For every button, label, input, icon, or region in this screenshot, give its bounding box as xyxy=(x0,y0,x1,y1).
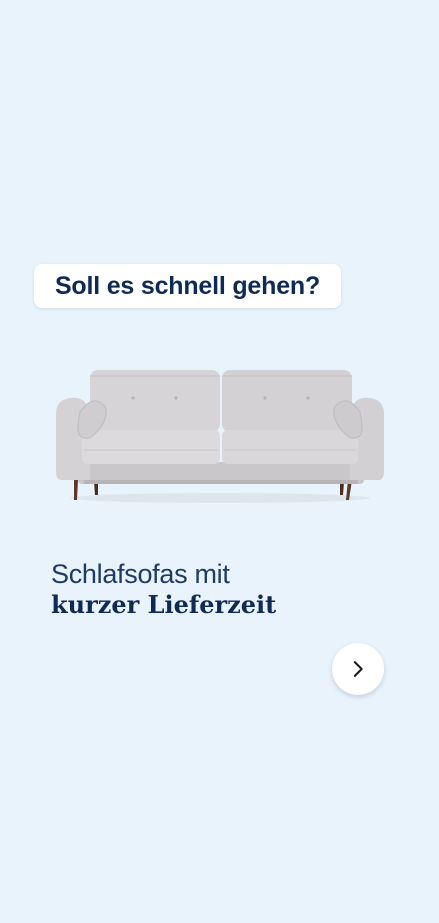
headline-text: Soll es schnell gehen? xyxy=(54,271,321,300)
chevron-right-icon xyxy=(353,661,363,677)
promo-copy: Schlafsofas mit kurzer Lieferzeit xyxy=(51,558,381,620)
next-button[interactable] xyxy=(332,643,384,695)
promo-copy-line1: Schlafsofas mit xyxy=(51,559,230,589)
sofa-illustration xyxy=(56,370,384,503)
sofa-image xyxy=(48,362,392,512)
headline-badge: Soll es schnell gehen? xyxy=(34,264,341,308)
promo-banner[interactable]: Soll es schnell gehen? Schlafsofas mit k… xyxy=(0,0,439,923)
promo-copy-line2: kurzer Lieferzeit xyxy=(51,590,277,619)
